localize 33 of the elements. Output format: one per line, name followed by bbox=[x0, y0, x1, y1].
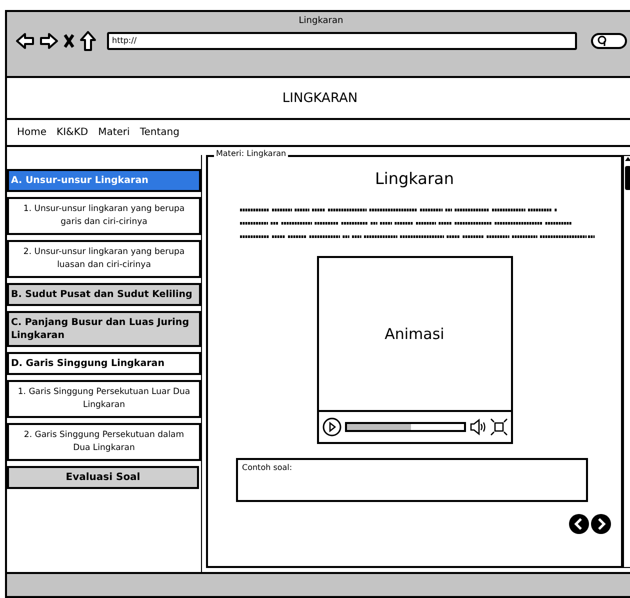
sidebar-subitem[interactable]: 1. Garis Singgung Persekutuan Luar Dua Lingkaran bbox=[7, 380, 201, 418]
nav-link[interactable]: Home bbox=[17, 127, 47, 138]
sidebar-subitem[interactable]: 2. Unsur-unsur lingkaran yang berupa luasan dan ciri-cirinya bbox=[7, 240, 201, 278]
content-title: Lingkaran bbox=[375, 169, 454, 188]
sidebar-item[interactable]: A. Unsur-unsur Lingkaran bbox=[7, 169, 201, 192]
play-icon[interactable] bbox=[322, 417, 342, 437]
sidebar-item[interactable]: B. Sudut Pusat dan Sudut Keliling bbox=[7, 283, 201, 306]
progress-bar[interactable] bbox=[344, 422, 466, 432]
example-label: Contoh soal: bbox=[242, 463, 292, 472]
sidebar-item[interactable]: D. Garis Singgung Lingkaran bbox=[7, 352, 201, 375]
panel-legend: Materi: Lingkaran bbox=[214, 149, 288, 158]
search-icon bbox=[597, 35, 607, 47]
page-title: LINGKARAN bbox=[282, 90, 358, 106]
scrollbar[interactable] bbox=[623, 155, 630, 568]
close-icon[interactable] bbox=[63, 33, 75, 49]
next-icon[interactable] bbox=[591, 514, 611, 534]
sidebar-subitem[interactable]: 2. Garis Singgung Persekutuan dalam Dua Lingkaran bbox=[7, 423, 201, 461]
sidebar-item[interactable]: C. Panjang Busur dan Luas Juring Lingkaran bbox=[7, 311, 201, 347]
nav-link[interactable]: Materi bbox=[98, 127, 130, 138]
previous-icon[interactable] bbox=[569, 514, 589, 534]
sidebar-subitem[interactable]: 1. Unsur-unsur lingkaran yang berupa garis dan ciri-cirinya bbox=[7, 197, 201, 235]
volume-icon[interactable] bbox=[468, 418, 486, 436]
back-icon[interactable] bbox=[15, 31, 35, 51]
fullscreen-icon[interactable] bbox=[490, 418, 508, 436]
nav-link[interactable]: KI&KD bbox=[56, 127, 88, 138]
evaluation-button[interactable]: Evaluasi Soal bbox=[7, 466, 199, 489]
address-field[interactable]: http:// bbox=[107, 32, 577, 50]
nav-link[interactable]: Tentang bbox=[140, 127, 180, 138]
search-field[interactable] bbox=[591, 33, 627, 49]
video-player[interactable]: Animasi bbox=[316, 256, 512, 444]
forward-icon[interactable] bbox=[39, 31, 59, 51]
video-label: Animasi bbox=[384, 325, 444, 343]
window-title: Lingkaran bbox=[298, 15, 344, 28]
